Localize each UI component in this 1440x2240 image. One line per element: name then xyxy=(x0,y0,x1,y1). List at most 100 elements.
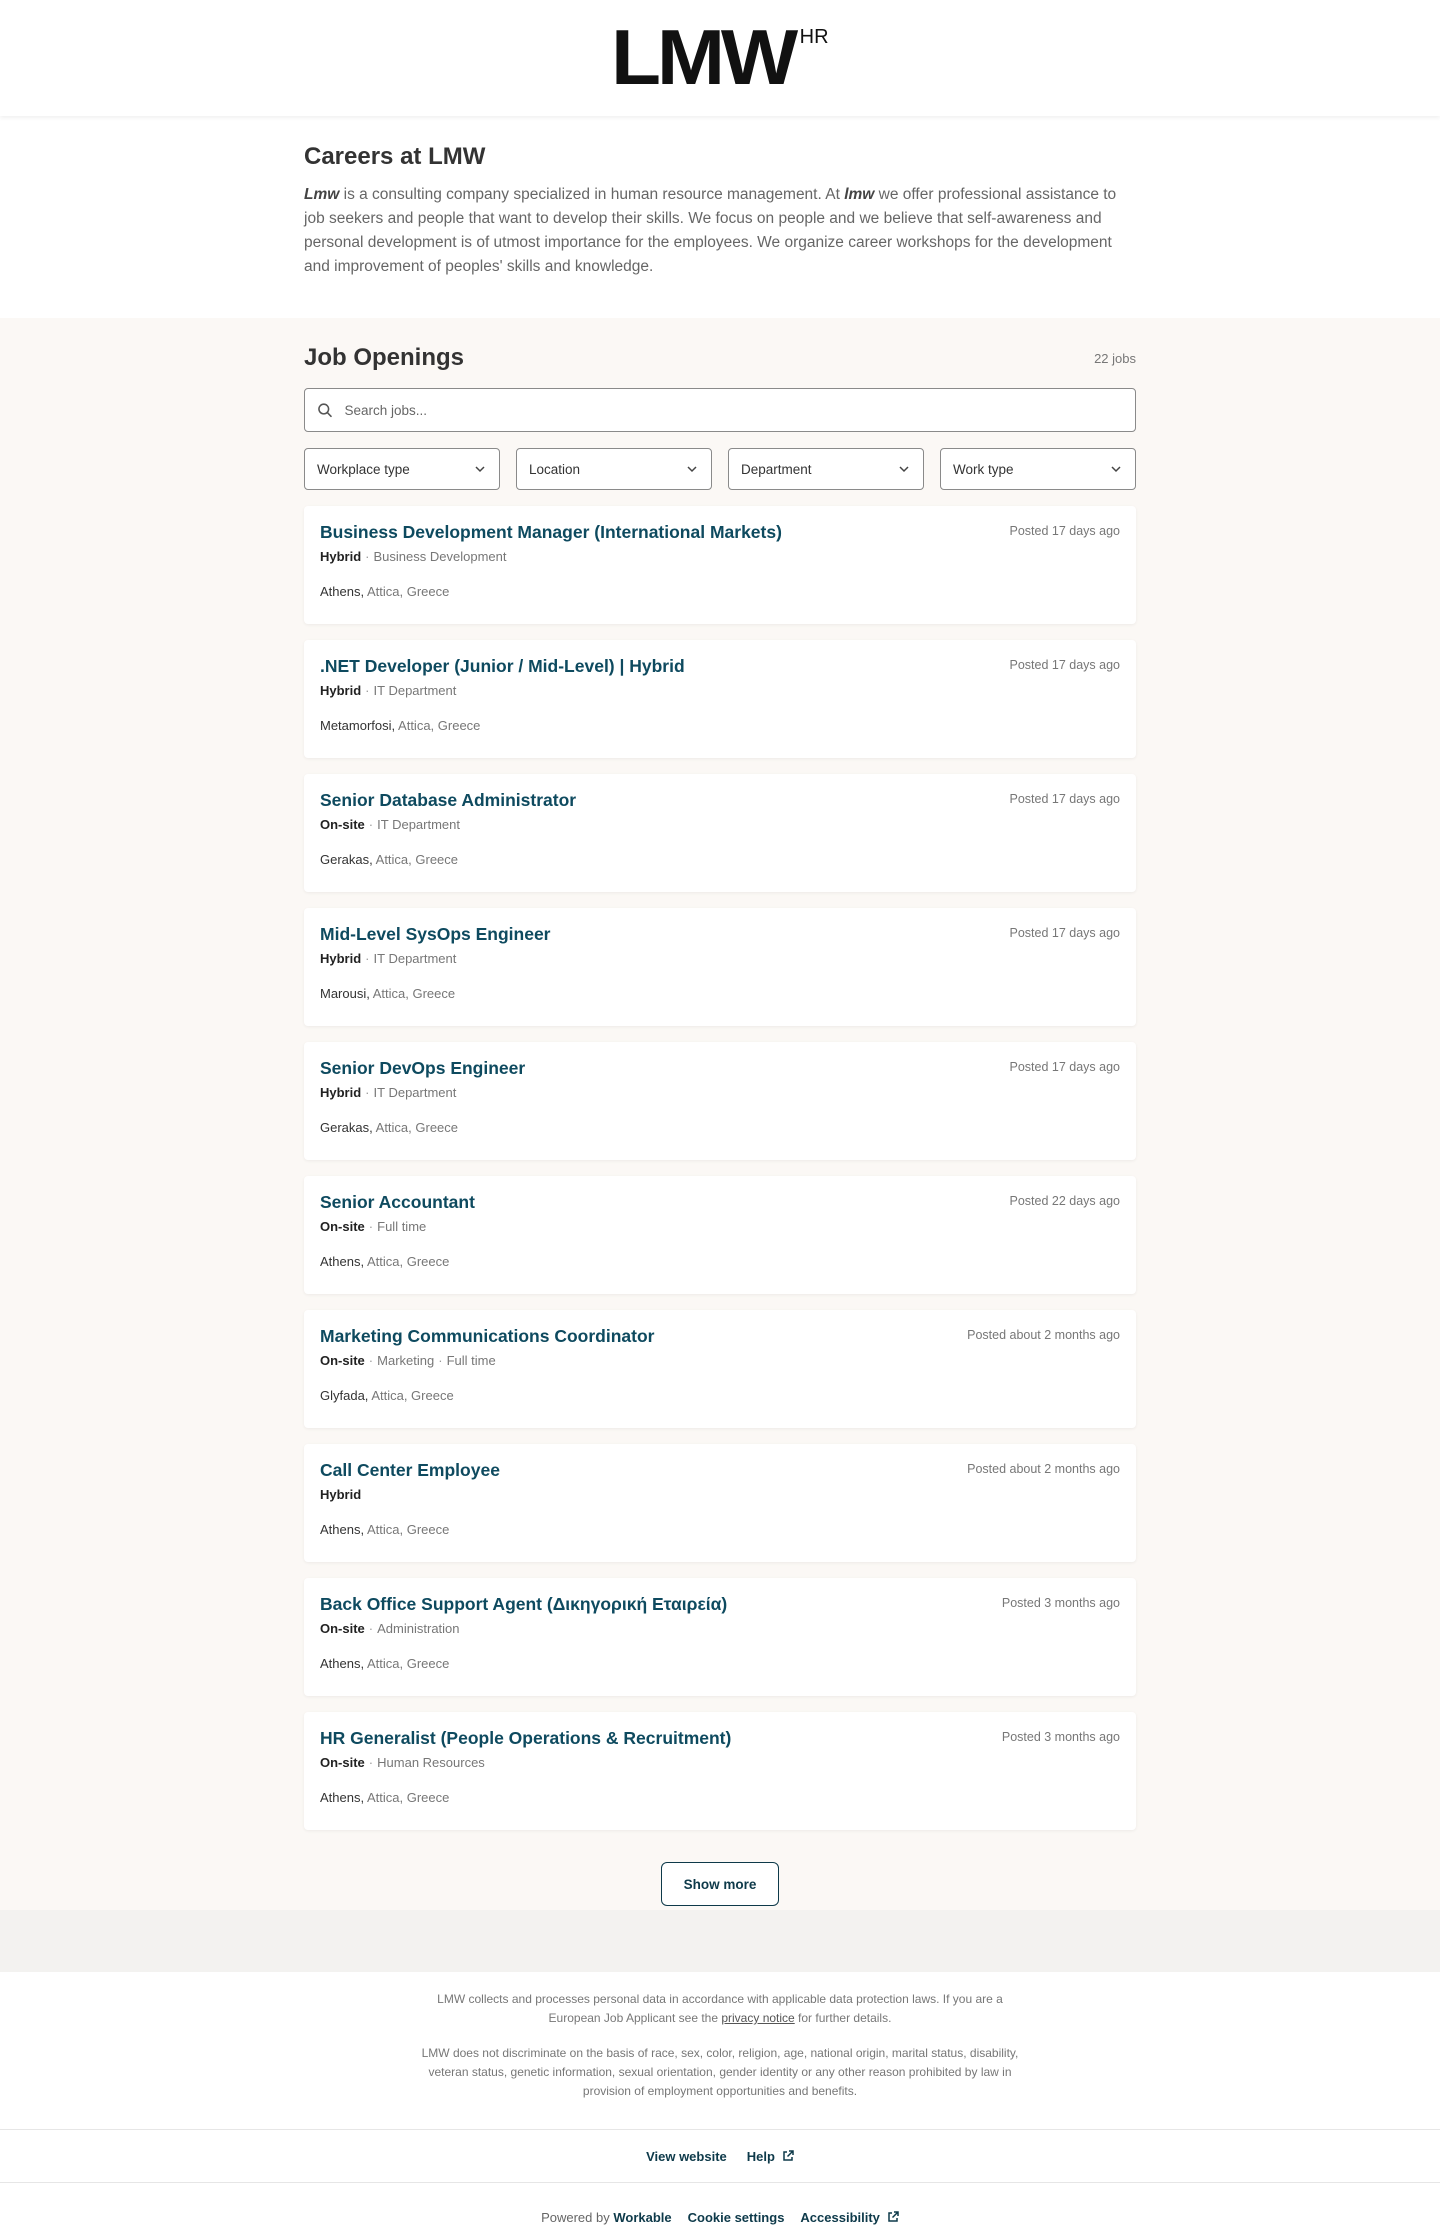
job-city: Athens, xyxy=(320,1656,365,1671)
meta-separator: · xyxy=(365,683,370,698)
job-workplace-type: Hybrid xyxy=(320,1487,362,1502)
search-input[interactable] xyxy=(344,402,1123,418)
view-website-link[interactable]: View website xyxy=(646,2149,727,2164)
accessibility-link[interactable]: Accessibility xyxy=(800,2210,899,2225)
search-box[interactable] xyxy=(304,388,1136,432)
job-meta: Hybrid · IT Department xyxy=(320,1085,1120,1100)
meta-separator: · xyxy=(365,549,370,564)
cookie-settings-link[interactable]: Cookie settings xyxy=(688,2210,785,2225)
job-tag: Marketing xyxy=(377,1353,435,1368)
job-openings-section: Job Openings 22 jobs Workplace type Loca… xyxy=(0,318,1440,1910)
meta-separator: · xyxy=(368,1353,374,1368)
job-location: Athens, Attica, Greece xyxy=(320,1522,1120,1537)
intro-section: Careers at LMW Lmw is a consulting compa… xyxy=(0,116,1440,318)
job-region: Attica, Greece xyxy=(364,584,450,599)
job-meta: Hybrid · Business Development xyxy=(320,549,1120,564)
job-card[interactable]: Call Center Employee Posted about 2 mont… xyxy=(304,1444,1136,1562)
external-link-icon xyxy=(783,2150,794,2161)
job-posted-date: Posted 22 days ago xyxy=(1009,1194,1121,1208)
privacy-notice-link[interactable]: privacy notice xyxy=(721,2011,794,2025)
job-title-link[interactable]: HR Generalist (People Operations & Recru… xyxy=(320,1728,1120,1749)
chevron-down-icon xyxy=(1111,466,1121,473)
job-city: Athens, xyxy=(320,584,365,599)
job-title-link[interactable]: Senior Database Administrator xyxy=(320,790,1120,811)
job-card[interactable]: HR Generalist (People Operations & Recru… xyxy=(304,1712,1136,1830)
job-card[interactable]: Senior DevOps Engineer Posted 17 days ag… xyxy=(304,1042,1136,1160)
company-logo[interactable]: LMW HR xyxy=(611,13,828,101)
filter-workplace-type[interactable]: Workplace type xyxy=(304,448,500,490)
job-card[interactable]: Back Office Support Agent (Δικηγορική Ετ… xyxy=(304,1578,1136,1696)
chevron-down-icon xyxy=(687,466,697,473)
workable-brand-link[interactable]: Workable xyxy=(613,2210,671,2225)
job-card[interactable]: Mid-Level SysOps Engineer Posted 17 days… xyxy=(304,908,1136,1026)
filter-department[interactable]: Department xyxy=(728,448,924,490)
job-city: Gerakas, xyxy=(320,852,373,867)
job-workplace-type: On-site xyxy=(320,1755,365,1770)
job-meta: On-site · Human Resources xyxy=(320,1755,1120,1770)
openings-title: Job Openings xyxy=(304,344,465,371)
job-title-link[interactable]: Senior DevOps Engineer xyxy=(320,1058,1120,1079)
non-discrimination-statement: LMW does not discriminate on the basis o… xyxy=(421,2046,1019,2098)
job-workplace-type: Hybrid xyxy=(320,951,362,966)
job-title-link[interactable]: Business Development Manager (Internatio… xyxy=(320,522,1120,543)
job-workplace-type: On-site xyxy=(320,817,365,832)
page-title: Careers at LMW xyxy=(304,143,486,170)
external-link-icon xyxy=(888,2211,899,2222)
job-meta: Hybrid · IT Department xyxy=(320,683,1120,698)
meta-separator: · xyxy=(368,1621,374,1636)
job-meta: Hybrid · IT Department xyxy=(320,951,1120,966)
meta-separator: · xyxy=(365,951,370,966)
job-location: Athens, Attica, Greece xyxy=(320,584,1120,599)
job-location: Athens, Attica, Greece xyxy=(320,1790,1120,1805)
filter-bar: Workplace type Location Department Work … xyxy=(304,448,1136,490)
job-card[interactable]: .NET Developer (Junior / Mid-Level) | Hy… xyxy=(304,640,1136,758)
powered-by-footer: Powered by Workable Cookie settings Acce… xyxy=(0,2183,1440,2240)
chevron-down-icon xyxy=(475,466,485,473)
job-workplace-type: On-site xyxy=(320,1353,365,1368)
job-region: Attica, Greece xyxy=(372,1120,459,1135)
job-workplace-type: Hybrid xyxy=(320,683,362,698)
logo-wordmark: LMW xyxy=(611,13,798,101)
job-card[interactable]: Business Development Manager (Internatio… xyxy=(304,506,1136,624)
legal-notice: LMW collects and processes personal data… xyxy=(0,1972,1440,2129)
job-meta: On-site · Marketing · Full time xyxy=(320,1353,1120,1368)
job-region: Attica, Greece xyxy=(369,986,456,1001)
job-city: Metamorfosi, xyxy=(320,718,396,733)
filter-work-type[interactable]: Work type xyxy=(940,448,1136,490)
job-posted-date: Posted about 2 months ago xyxy=(967,1462,1120,1476)
footer-links: View website Help xyxy=(0,2129,1440,2183)
company-name: Lmw xyxy=(304,186,340,203)
section-divider-band xyxy=(0,1910,1440,1972)
job-card[interactable]: Senior Accountant Posted 22 days ago On-… xyxy=(304,1176,1136,1294)
job-title-link[interactable]: .NET Developer (Junior / Mid-Level) | Hy… xyxy=(320,656,1120,677)
job-tag: Business Development xyxy=(373,549,507,564)
job-tag: Administration xyxy=(377,1621,460,1636)
meta-separator: · xyxy=(368,1755,374,1770)
job-tag: IT Department xyxy=(377,817,460,832)
job-city: Marousi, xyxy=(320,986,370,1001)
job-posted-date: Posted 17 days ago xyxy=(1009,1060,1121,1074)
job-location: Athens, Attica, Greece xyxy=(320,1656,1120,1671)
help-link[interactable]: Help xyxy=(747,2149,794,2164)
company-name-inline: lmw xyxy=(844,186,875,203)
job-location: Gerakas, Attica, Greece xyxy=(320,852,1120,867)
job-posted-date: Posted 17 days ago xyxy=(1009,926,1121,940)
powered-by: Powered by Workable xyxy=(541,2209,672,2225)
job-city: Gerakas, xyxy=(320,1120,373,1135)
job-region: Attica, Greece xyxy=(364,1790,450,1805)
show-more-button[interactable]: Show more xyxy=(661,1862,779,1906)
meta-separator: · xyxy=(368,1219,374,1234)
job-posted-date: Posted 17 days ago xyxy=(1009,658,1121,672)
job-card[interactable]: Marketing Communications Coordinator Pos… xyxy=(304,1310,1136,1428)
job-title-link[interactable]: Senior Accountant xyxy=(320,1192,1120,1213)
job-tag: Human Resources xyxy=(377,1755,485,1770)
job-title-link[interactable]: Back Office Support Agent (Δικηγορική Ετ… xyxy=(320,1594,1120,1615)
search-icon xyxy=(318,403,332,418)
job-count: 22 jobs xyxy=(1094,350,1136,366)
job-meta: On-site · IT Department xyxy=(320,817,1120,832)
job-card[interactable]: Senior Database Administrator Posted 17 … xyxy=(304,774,1136,892)
job-region: Attica, Greece xyxy=(372,852,459,867)
job-title-link[interactable]: Mid-Level SysOps Engineer xyxy=(320,924,1120,945)
filter-location[interactable]: Location xyxy=(516,448,712,490)
site-header: LMW HR xyxy=(0,0,1440,116)
